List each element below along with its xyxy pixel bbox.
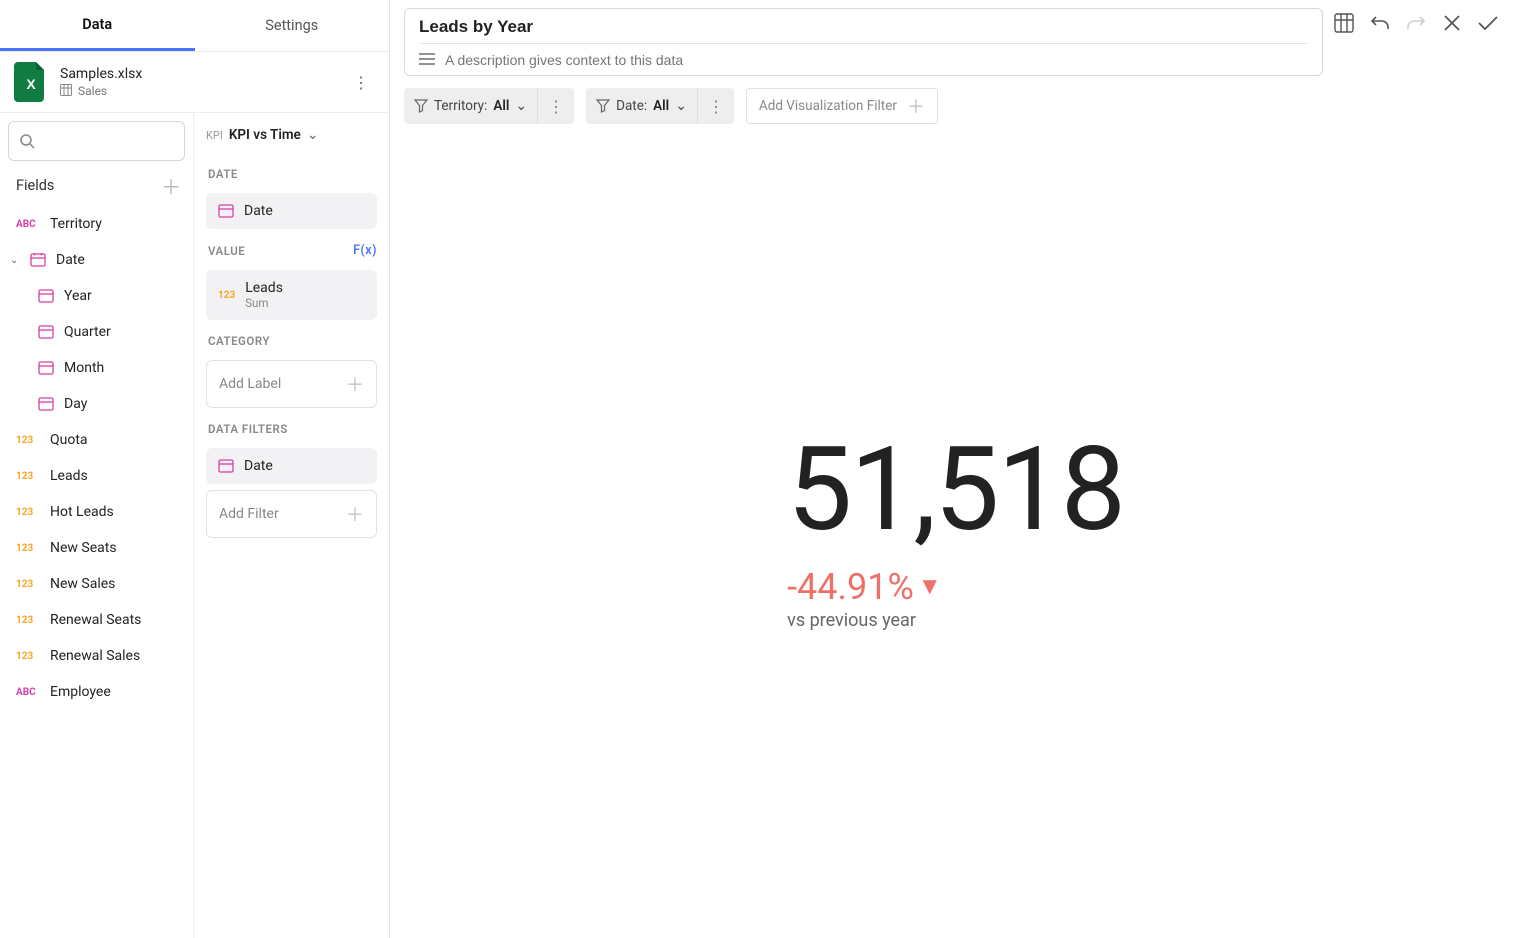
- description-handle-icon[interactable]: [419, 50, 435, 69]
- calendar-icon: [218, 203, 234, 219]
- number-type-icon: 123: [218, 290, 235, 301]
- datasource-more-icon[interactable]: [347, 67, 375, 98]
- viz-type-picker[interactable]: KPI KPI vs Time: [206, 123, 377, 153]
- undo-icon[interactable]: [1369, 12, 1391, 34]
- svg-text:X: X: [26, 76, 36, 92]
- visualization-title-input[interactable]: [419, 15, 1308, 39]
- visualization-description-input[interactable]: [445, 52, 1308, 68]
- calendar-icon: [38, 288, 54, 304]
- section-data-filters: DATA FILTERS: [206, 414, 377, 442]
- field-renewal-sales[interactable]: 123Renewal Sales: [8, 638, 185, 674]
- add-label-drop[interactable]: Add Label ＋: [206, 360, 377, 408]
- field-renewal-seats[interactable]: 123Renewal Seats: [8, 602, 185, 638]
- field-year[interactable]: Year: [8, 278, 185, 314]
- grid-view-icon[interactable]: [1333, 12, 1355, 34]
- trend-down-icon: ▼: [918, 572, 942, 601]
- data-filter-chip[interactable]: Date: [206, 448, 377, 484]
- fields-header-label: Fields: [16, 177, 54, 194]
- filter-icon: [596, 99, 610, 113]
- field-month[interactable]: Month: [8, 350, 185, 386]
- number-type-icon: 123: [16, 651, 40, 662]
- filter-date-main[interactable]: Date: All: [586, 98, 697, 114]
- plus-icon: ＋: [346, 371, 364, 397]
- search-icon: [19, 133, 35, 149]
- fields-search[interactable]: [8, 121, 185, 161]
- field-day[interactable]: Day: [8, 386, 185, 422]
- field-employee[interactable]: ABCEmployee: [8, 674, 185, 710]
- left-tabs: Data Settings: [0, 0, 389, 52]
- field-quota[interactable]: 123Quota: [8, 422, 185, 458]
- calendar-icon: [38, 324, 54, 340]
- visualization-filter-row: Territory: All Date: All Add Visualizati…: [404, 76, 1499, 124]
- text-type-icon: ABC: [16, 219, 40, 230]
- field-new-seats[interactable]: 123New Seats: [8, 530, 185, 566]
- section-value: VALUE F(x): [206, 235, 377, 264]
- number-type-icon: 123: [16, 579, 40, 590]
- value-shelf-chip[interactable]: 123 Leads Sum: [206, 270, 377, 320]
- calendar-icon: [30, 252, 46, 268]
- fields-panel: Fields ＋ ABC Territory ⌄ Date Year Quart…: [0, 113, 194, 938]
- number-type-icon: 123: [16, 507, 40, 518]
- field-quarter[interactable]: Quarter: [8, 314, 185, 350]
- config-panel: KPI KPI vs Time DATE Date VALUE F(x) 123…: [194, 113, 389, 938]
- plus-icon: ＋: [346, 501, 364, 527]
- chevron-down-icon: [307, 127, 319, 143]
- field-leads[interactable]: 123Leads: [8, 458, 185, 494]
- tab-settings[interactable]: Settings: [195, 0, 390, 51]
- text-type-icon: ABC: [16, 687, 40, 698]
- kpi-value: 51,518: [787, 432, 1124, 548]
- number-type-icon: 123: [16, 471, 40, 482]
- field-hot-leads[interactable]: 123Hot Leads: [8, 494, 185, 530]
- filter-territory-more[interactable]: [537, 88, 574, 124]
- filter-date: Date: All: [586, 88, 734, 124]
- fx-button[interactable]: F(x): [353, 243, 377, 258]
- calendar-icon: [38, 396, 54, 412]
- plus-icon: ＋: [907, 93, 925, 119]
- redo-icon: [1405, 12, 1427, 34]
- tab-data[interactable]: Data: [0, 0, 195, 51]
- field-territory[interactable]: ABC Territory: [8, 206, 185, 242]
- datasource-row: X Samples.xlsx Sales: [0, 52, 389, 113]
- datasource-filename: Samples.xlsx: [60, 66, 142, 82]
- kpi-delta: -44.91%▼: [787, 566, 1124, 608]
- number-type-icon: 123: [16, 435, 40, 446]
- kpi-comparison-label: vs previous year: [787, 610, 1124, 631]
- filter-territory-main[interactable]: Territory: All: [404, 98, 537, 114]
- number-type-icon: 123: [16, 615, 40, 626]
- date-shelf-chip[interactable]: Date: [206, 193, 377, 229]
- number-type-icon: 123: [16, 543, 40, 554]
- expand-icon[interactable]: ⌄: [10, 255, 22, 266]
- sheet-icon: [60, 84, 72, 99]
- filter-date-more[interactable]: [697, 88, 734, 124]
- add-filter-drop[interactable]: Add Filter ＋: [206, 490, 377, 538]
- field-new-sales[interactable]: 123New Sales: [8, 566, 185, 602]
- section-category: CATEGORY: [206, 326, 377, 354]
- chevron-down-icon: [675, 98, 687, 114]
- section-date: DATE: [206, 159, 377, 187]
- title-description-box: [404, 8, 1323, 76]
- datasource-sheet: Sales: [78, 84, 107, 98]
- visualization-canvas: 51,518 -44.91%▼ vs previous year: [404, 124, 1499, 938]
- confirm-icon[interactable]: [1477, 12, 1499, 34]
- field-date[interactable]: ⌄ Date: [8, 242, 185, 278]
- filter-territory: Territory: All: [404, 88, 574, 124]
- filter-icon: [414, 99, 428, 113]
- add-field-button[interactable]: ＋: [161, 171, 181, 200]
- chevron-down-icon: [515, 98, 527, 114]
- calendar-icon: [218, 458, 234, 474]
- add-visualization-filter[interactable]: Add Visualization Filter ＋: [746, 88, 938, 124]
- calendar-icon: [38, 360, 54, 376]
- excel-file-icon: X: [14, 62, 48, 102]
- close-icon[interactable]: [1441, 12, 1463, 34]
